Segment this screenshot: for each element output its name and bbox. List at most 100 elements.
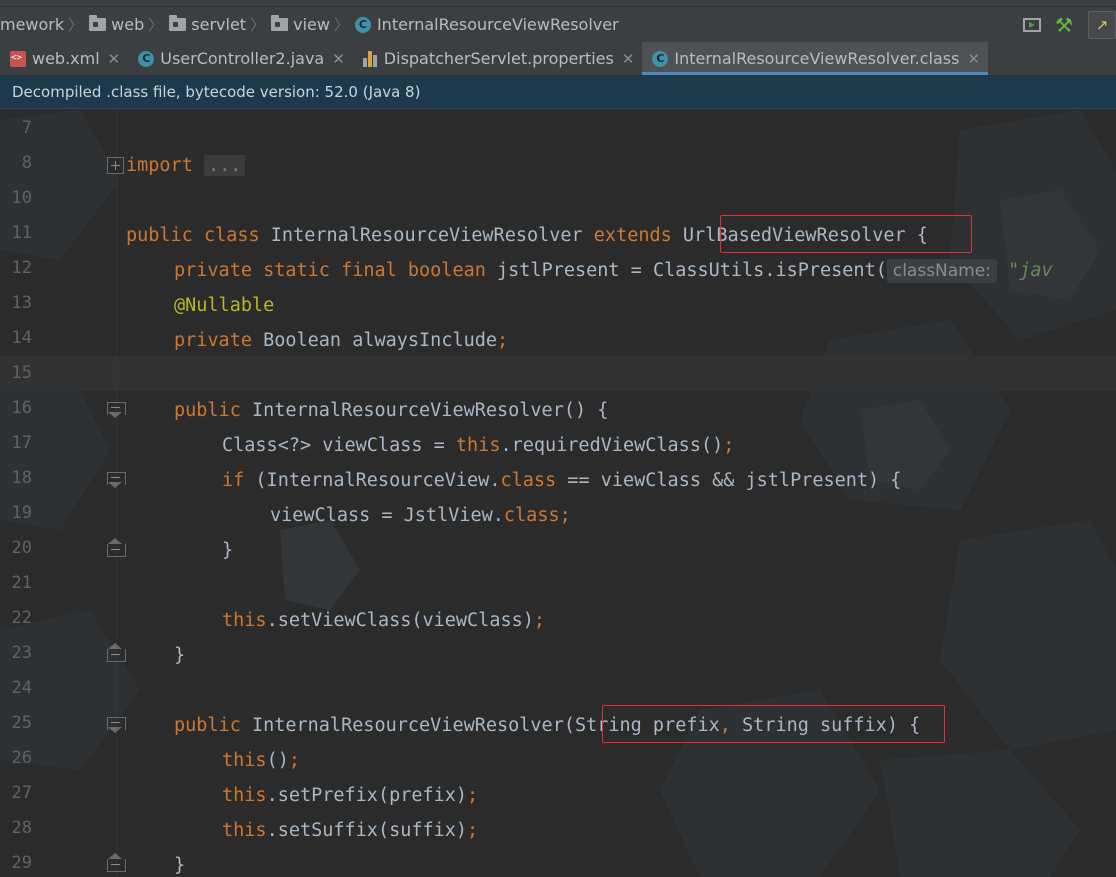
code-token: this <box>222 750 267 771</box>
code-token: public class <box>126 225 260 246</box>
code-token: InternalResourceViewResolver <box>259 225 594 246</box>
code-token: ; <box>467 820 479 841</box>
fold-collapse-icon[interactable] <box>107 400 126 418</box>
code-token: } <box>174 855 186 876</box>
code-token: viewClass = JstlView. <box>270 505 504 526</box>
tab-internalresourceviewresolver[interactable]: C InternalResourceViewResolver.class ✕ <box>642 42 989 75</box>
code-token: } <box>174 645 186 666</box>
properties-file-icon <box>362 50 378 67</box>
code-token: == viewClass && jstlPresent) { <box>556 470 902 491</box>
line-number: 22 <box>11 608 32 628</box>
line-number: 29 <box>11 853 32 873</box>
code-line-29[interactable]: } <box>174 848 185 877</box>
fold-collapse-icon[interactable] <box>107 715 126 733</box>
breadcrumb-label: mework <box>0 15 65 34</box>
xml-file-icon <box>10 50 26 67</box>
tab-label: UserController2.java <box>160 49 325 68</box>
line-number: 21 <box>11 573 32 593</box>
decompiled-notice-banner: Decompiled .class file, bytecode version… <box>0 76 1116 109</box>
run-icon[interactable]: ↗ <box>1088 10 1116 39</box>
code-token: private static final boolean <box>174 260 486 281</box>
java-class-icon: C <box>138 50 155 67</box>
code-line-23[interactable]: } <box>174 638 185 673</box>
code-line-18[interactable]: if (InternalResourceView.class == viewCl… <box>222 463 901 498</box>
code-token: ; <box>497 330 509 351</box>
breadcrumb-label: servlet <box>191 15 247 34</box>
line-number: 26 <box>11 748 32 768</box>
fold-collapse-icon[interactable] <box>107 470 126 488</box>
line-number: 17 <box>11 433 32 453</box>
tab-label: InternalResourceViewResolver.class <box>674 49 960 68</box>
code-token: (InternalResourceView. <box>244 470 501 491</box>
code-token: ; <box>288 750 300 771</box>
breadcrumb-separator-icon: 〉 <box>68 16 84 34</box>
code-line-20[interactable]: } <box>222 533 233 568</box>
tab-dispatcherservlet-properties[interactable]: DispatcherServlet.properties ✕ <box>353 42 643 75</box>
navigation-bar: mework 〉 web 〉 servlet 〉 view 〉 C Intern… <box>0 7 1116 42</box>
code-token: class; <box>503 505 571 526</box>
code-token: "jav <box>1008 260 1053 281</box>
java-class-icon: C <box>652 50 669 67</box>
tab-label: web.xml <box>32 49 100 68</box>
run-configuration-icon[interactable] <box>1018 11 1046 39</box>
code-editor[interactable]: 7 8 10 11 12 13 14 15 16 17 18 19 20 21 … <box>0 110 1116 877</box>
code-line-19[interactable]: viewClass = JstlView.class; <box>270 498 571 533</box>
collapsed-imports-button[interactable]: ... <box>203 155 246 176</box>
close-icon[interactable]: ✕ <box>967 50 980 68</box>
tab-usercontroller2[interactable]: C UserController2.java ✕ <box>128 42 353 75</box>
code-token: public <box>174 715 241 736</box>
parameter-hint: className: <box>886 259 997 283</box>
fold-end-icon[interactable] <box>107 538 126 557</box>
code-token: } <box>222 540 234 561</box>
breadcrumb-item-view[interactable]: view <box>271 7 330 42</box>
line-number: 28 <box>11 818 32 838</box>
code-token: InternalResourceViewResolver() { <box>240 400 609 421</box>
code-line-28[interactable]: this.setSuffix(suffix); <box>222 813 478 848</box>
line-number: 18 <box>11 468 32 488</box>
code-line-13[interactable]: @Nullable <box>174 288 274 323</box>
line-number: 7 <box>21 118 32 138</box>
line-number: 10 <box>11 188 32 208</box>
breadcrumb-item-web[interactable]: web <box>89 7 144 42</box>
code-line-22[interactable]: this.setViewClass(viewClass); <box>222 603 545 638</box>
line-number: 20 <box>11 538 32 558</box>
breadcrumb-item-framework[interactable]: mework <box>0 7 64 42</box>
current-line-highlight <box>0 356 1116 391</box>
code-token: .setPrefix(prefix) <box>266 785 468 806</box>
code-token: .setViewClass(viewClass) <box>266 610 534 631</box>
code-token: this <box>455 435 501 456</box>
tab-web-xml[interactable]: web.xml ✕ <box>0 42 128 75</box>
breadcrumb-label: web <box>111 15 145 34</box>
line-number: 27 <box>11 783 32 803</box>
breadcrumb-separator-icon: 〉 <box>148 16 164 34</box>
code-line-27[interactable]: this.setPrefix(prefix); <box>222 778 478 813</box>
line-number: 24 <box>11 678 32 698</box>
code-token: this <box>222 820 267 841</box>
code-line-26[interactable]: this(); <box>222 743 300 778</box>
fold-end-icon[interactable] <box>107 643 126 662</box>
code-token: Class<?> viewClass = <box>222 435 456 456</box>
code-line-16[interactable]: public InternalResourceViewResolver() { <box>174 393 608 428</box>
breadcrumb-label: view <box>293 15 330 34</box>
code-line-17[interactable]: Class<?> viewClass = this.requiredViewCl… <box>222 428 734 463</box>
code-token: this <box>222 785 267 806</box>
breadcrumb-separator-icon: 〉 <box>250 16 266 34</box>
fold-end-icon[interactable] <box>107 853 126 872</box>
code-line-14[interactable]: private Boolean alwaysInclude; <box>174 323 508 358</box>
line-number: 13 <box>11 293 32 313</box>
line-number: 8 <box>21 153 32 173</box>
breadcrumb-item-servlet[interactable]: servlet <box>169 7 246 42</box>
close-icon[interactable]: ✕ <box>332 50 345 68</box>
code-line-8[interactable]: import ... <box>126 148 246 183</box>
code-line-12[interactable]: private static final boolean jstlPresent… <box>174 253 1053 288</box>
code-token: @Nullable <box>174 295 275 316</box>
close-icon[interactable]: ✕ <box>622 50 635 68</box>
fold-expand-icon[interactable] <box>107 157 124 174</box>
build-hammer-icon[interactable]: ⚒ <box>1050 11 1078 39</box>
code-token: if <box>222 470 245 491</box>
code-token: public <box>174 400 241 421</box>
toolbar-right: ⚒ ↗ <box>1014 7 1116 42</box>
close-icon[interactable]: ✕ <box>108 50 121 68</box>
breadcrumb-item-class[interactable]: C InternalResourceViewResolver <box>354 7 619 42</box>
gutter-divider <box>116 110 117 877</box>
